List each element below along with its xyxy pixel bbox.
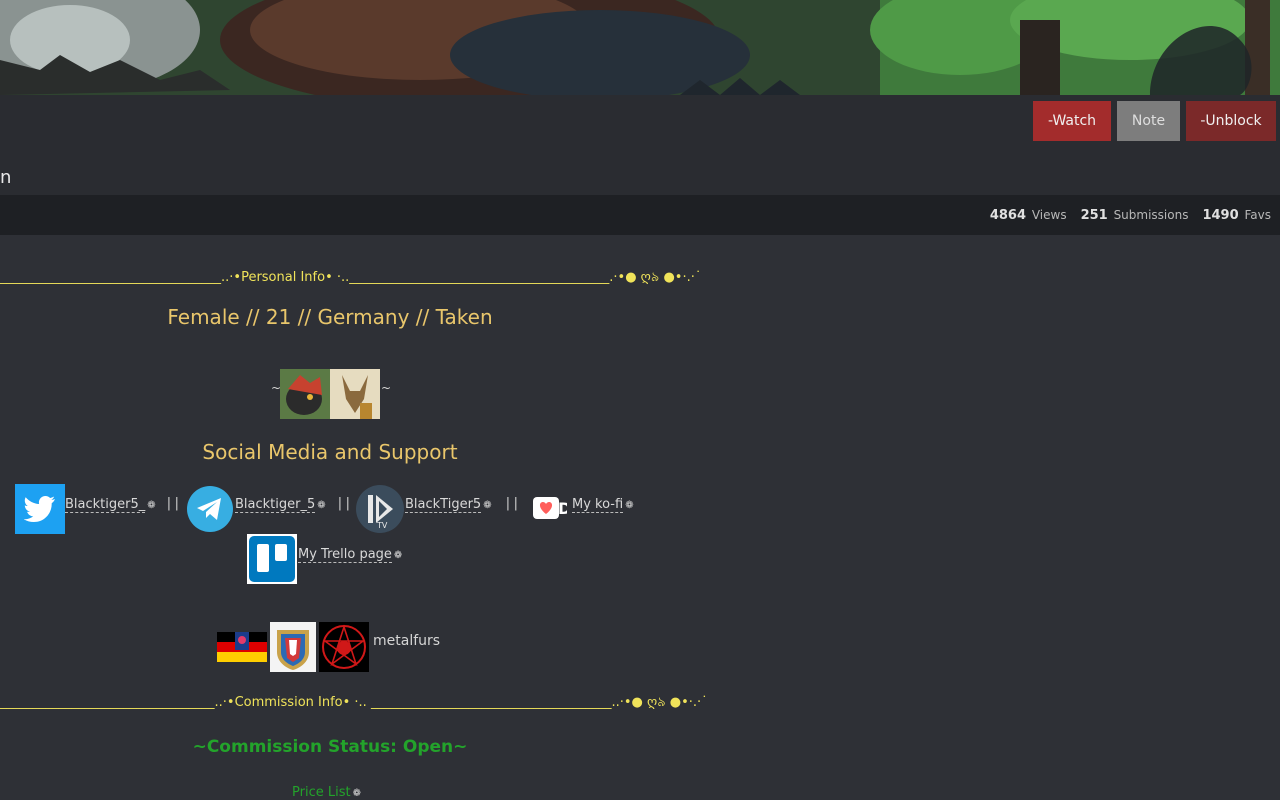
hesse-coat-of-arms-icon — [270, 622, 316, 672]
twitter-link[interactable]: Blacktiger5_ — [65, 497, 146, 513]
telegram-link-wrap[interactable]: Blacktiger_5 ❁ — [235, 495, 326, 513]
personal-info-divider: __________________________________..·•Pe… — [0, 270, 702, 285]
unblock-button[interactable]: -Unblock — [1186, 101, 1276, 141]
stat-submissions: 251 Submissions — [1080, 207, 1189, 223]
paw-icon: ❁ — [483, 500, 492, 511]
price-list-link-wrap[interactable]: Price List ❁ — [292, 785, 361, 800]
twitter-icon[interactable] — [15, 484, 65, 534]
picarto-icon[interactable]: TV — [355, 484, 405, 534]
paw-icon: ❁ — [393, 550, 403, 561]
personal-info-line: Female // 21 // Germany // Taken — [167, 305, 493, 329]
note-button[interactable]: Note — [1117, 101, 1180, 141]
kofi-icon[interactable]: D — [533, 497, 571, 519]
price-list-link[interactable]: Price List — [292, 785, 351, 800]
profile-description: __________________________________..·•Pe… — [0, 235, 1280, 800]
stat-favs: 1490 Favs — [1202, 207, 1271, 223]
germany-furry-flag-icon — [217, 632, 267, 662]
kofi-link[interactable]: My ko-fi — [572, 497, 624, 513]
trello-link[interactable]: My Trello page — [298, 547, 392, 563]
social-heading: Social Media and Support — [202, 440, 458, 464]
avatar-icon-jackal[interactable] — [330, 369, 380, 419]
twitter-link-wrap[interactable]: Blacktiger5_ ❁ — [65, 495, 156, 513]
kofi-logo-letter: D — [558, 499, 567, 518]
commission-status: ~Commission Status: Open~ — [192, 737, 468, 757]
stat-views: 4864 Views — [989, 207, 1067, 223]
avatar-icon-red-wolf[interactable] — [280, 369, 330, 419]
profile-banner — [0, 0, 1280, 95]
separator: || — [165, 496, 181, 511]
commission-info-divider: _________________________________..·•Com… — [0, 695, 708, 710]
telegram-icon[interactable] — [185, 484, 235, 534]
watch-button[interactable]: -Watch — [1033, 101, 1111, 141]
kofi-link-wrap[interactable]: My ko-fi ❁ — [572, 495, 634, 513]
paw-icon: ❁ — [625, 500, 634, 511]
picarto-link-wrap[interactable]: BlackTiger5 ❁ — [405, 495, 492, 513]
stats-bar: 4864 Views 251 Submissions 1490 Favs — [0, 195, 1280, 235]
paw-icon: ❁ — [317, 500, 326, 511]
picarto-tv-label: TV — [376, 521, 388, 530]
trello-link-wrap[interactable]: My Trello page ❁ — [298, 545, 402, 563]
picarto-link[interactable]: BlackTiger5 — [405, 497, 482, 513]
metalfurs-label[interactable]: metalfurs — [373, 633, 440, 649]
telegram-link[interactable]: Blacktiger_5 — [235, 497, 316, 513]
username-fragment: n — [0, 167, 12, 188]
paw-icon: ❁ — [147, 500, 156, 511]
separator: || — [336, 496, 352, 511]
profile-header: -Watch Note -Unblock n — [0, 95, 1280, 195]
pentagram-icon — [319, 622, 369, 672]
paw-icon: ❁ — [352, 788, 361, 799]
separator: || — [504, 496, 520, 511]
banner-artwork — [0, 0, 1280, 95]
trello-icon[interactable] — [247, 534, 297, 584]
tilde-right: ~ — [381, 381, 392, 395]
